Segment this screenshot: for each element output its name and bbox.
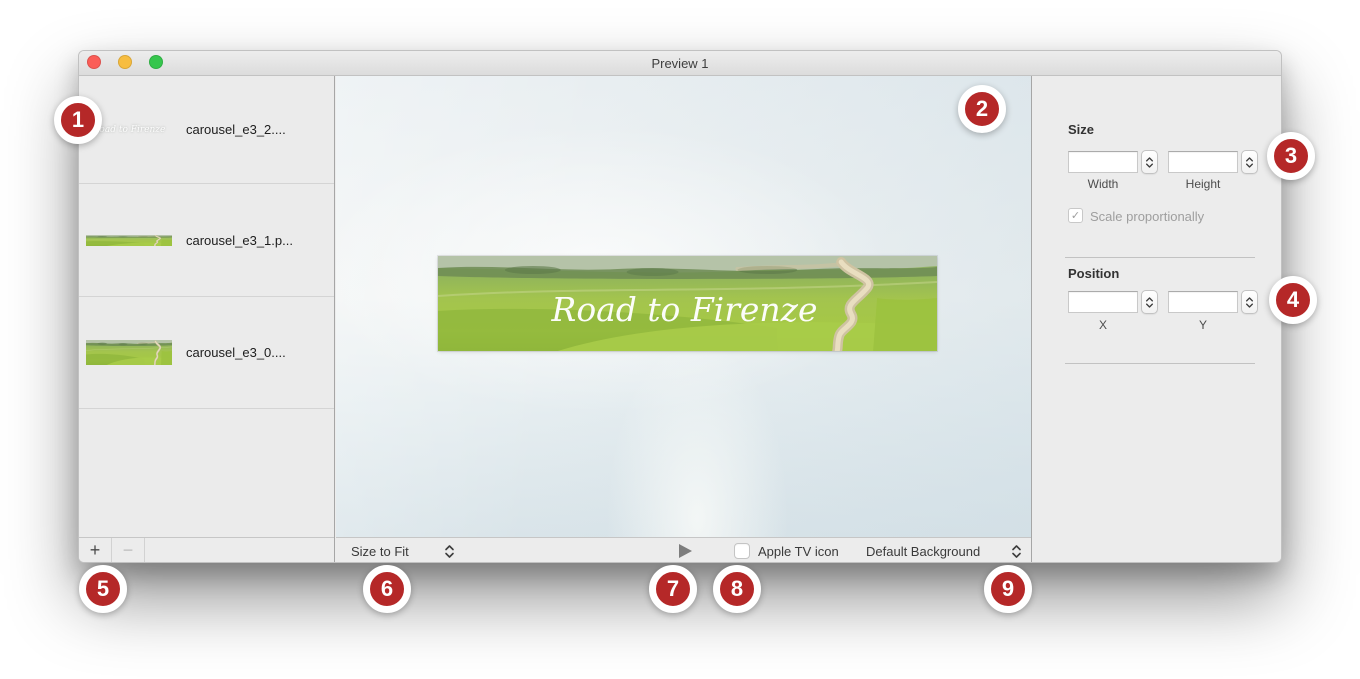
preview-canvas: Road to Firenze (336, 76, 1031, 537)
callout-badge-4: 4 (1269, 276, 1317, 324)
y-input[interactable] (1168, 291, 1238, 313)
y-label: Y (1168, 318, 1238, 332)
position-heading: Position (1068, 266, 1119, 281)
callout-number: 5 (97, 576, 109, 602)
callout-badge-7: 7 (649, 565, 697, 613)
layers-sidebar: Road to Firenze carousel_e3_2.... carous… (79, 76, 335, 563)
height-input[interactable] (1168, 151, 1238, 173)
scale-proportionally-checkbox[interactable]: ✓ (1068, 208, 1083, 223)
callout-number: 2 (976, 96, 988, 122)
layer-filename: carousel_e3_0.... (186, 345, 286, 360)
callout-number: 8 (731, 576, 743, 602)
divider (1065, 363, 1255, 364)
sidebar-toolbar: + − (79, 537, 334, 563)
callout-number: 1 (72, 107, 84, 133)
add-layer-button[interactable]: + (79, 538, 111, 563)
callout-number: 4 (1287, 287, 1299, 313)
banner-title-text: Road to Firenze (551, 290, 818, 329)
inspector-panel: Size Width Height ✓ Scale proportionally… (1031, 76, 1282, 563)
callout-number: 9 (1002, 576, 1014, 602)
chevron-up-down-icon[interactable] (1011, 544, 1022, 559)
scale-proportionally-label: Scale proportionally (1090, 209, 1204, 224)
apple-tv-checkbox[interactable] (734, 543, 750, 559)
callout-badge-6: 6 (363, 565, 411, 613)
layer-row-background[interactable]: carousel_e3_0.... (79, 297, 334, 409)
callout-badge-5: 5 (79, 565, 127, 613)
x-label: X (1068, 318, 1138, 332)
x-stepper[interactable] (1141, 290, 1158, 314)
window-title: Preview 1 (79, 56, 1281, 71)
layer-thumbnail-strip (86, 235, 172, 246)
layer-filename: carousel_e3_1.p... (186, 233, 293, 248)
callout-number: 6 (381, 576, 393, 602)
chevron-up-down-icon[interactable] (444, 544, 455, 559)
parallax-image[interactable]: Road to Firenze (438, 256, 937, 351)
size-to-fit-popup[interactable]: Size to Fit (351, 544, 409, 559)
layer-row-text[interactable]: Road to Firenze carousel_e3_2.... (79, 76, 334, 184)
layer-row-middle[interactable]: carousel_e3_1.p... (79, 184, 334, 297)
layer-filename: carousel_e3_2.... (186, 122, 286, 137)
titlebar[interactable]: Preview 1 (79, 51, 1281, 76)
width-input[interactable] (1068, 151, 1138, 173)
window-content: Road to Firenze carousel_e3_2.... carous… (79, 76, 1282, 563)
remove-layer-button[interactable]: − (112, 538, 144, 563)
height-label: Height (1168, 177, 1238, 191)
size-heading: Size (1068, 122, 1094, 137)
x-input[interactable] (1068, 291, 1138, 313)
background-popup[interactable]: Default Background (866, 544, 980, 559)
ghost-text: Road to Firenze (93, 125, 166, 135)
callout-badge-3: 3 (1267, 132, 1315, 180)
width-stepper[interactable] (1141, 150, 1158, 174)
callout-badge-1: 1 (54, 96, 102, 144)
desktop-background: Preview 1 Road to Firenze carousel_e3_2.… (0, 0, 1360, 679)
callout-badge-8: 8 (713, 565, 761, 613)
width-label: Width (1068, 177, 1138, 191)
apple-tv-label: Apple TV icon (758, 544, 839, 559)
play-button[interactable] (679, 544, 692, 558)
y-stepper[interactable] (1241, 290, 1258, 314)
layer-thumbnail-image (86, 340, 172, 365)
callout-badge-9: 9 (984, 565, 1032, 613)
canvas-toolbar: Size to Fit Apple TV icon Default Backgr… (336, 537, 1031, 563)
canvas-column: Road to Firenze Size to Fit Apple TV ico… (336, 76, 1031, 563)
callout-badge-2: 2 (958, 85, 1006, 133)
height-stepper[interactable] (1241, 150, 1258, 174)
preview-window: Preview 1 Road to Firenze carousel_e3_2.… (78, 50, 1282, 563)
callout-number: 7 (667, 576, 679, 602)
callout-number: 3 (1285, 143, 1297, 169)
divider (1065, 257, 1255, 258)
